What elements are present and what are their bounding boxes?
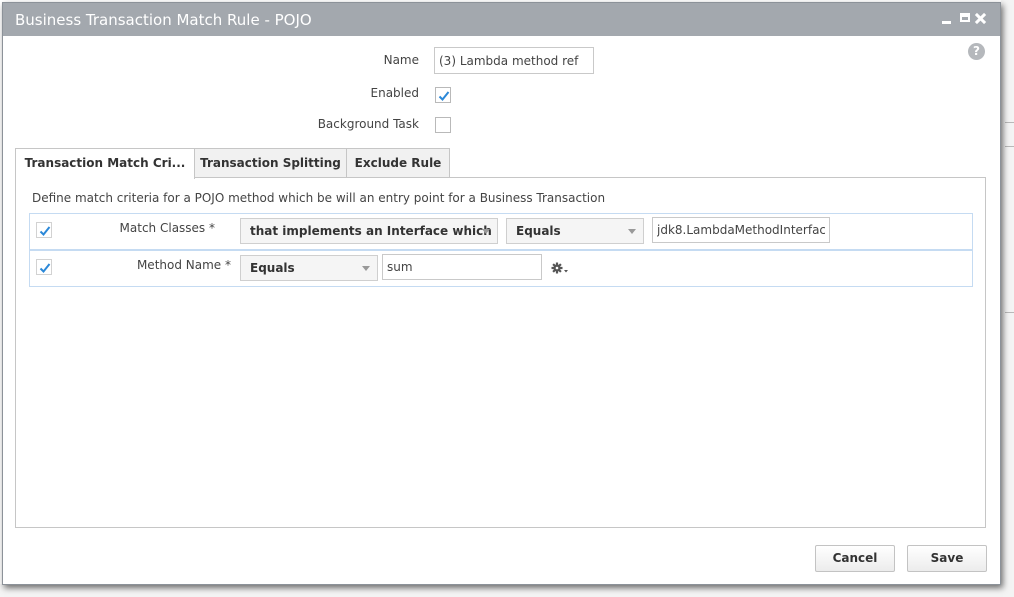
help-icon[interactable]: ? [968,43,985,60]
match-classes-type-value: that implements an Interface which [250,224,492,238]
tab-transaction-splitting[interactable]: Transaction Splitting [194,148,347,178]
close-icon[interactable] [974,11,989,26]
background-window-bottom [0,584,1014,597]
background-task-label: Background Task [317,117,419,131]
match-classes-operator-value: Equals [516,224,561,238]
background-window-edge [1001,0,1014,597]
method-name-checkbox[interactable] [36,259,52,275]
enabled-label: Enabled [370,86,420,100]
maximize-icon[interactable] [958,11,973,26]
chevron-down-icon [362,266,370,271]
background-task-checkbox[interactable] [435,117,451,133]
method-name-operator-value: Equals [250,261,295,275]
chevron-down-icon [628,229,636,234]
checkmark-icon [438,91,450,101]
dialog-title: Business Transaction Match Rule - POJO [15,11,312,29]
gear-icon[interactable] [551,262,571,276]
method-name-label: Method Name * [136,258,231,272]
match-criteria-description: Define match criteria for a POJO method … [32,191,606,205]
enabled-checkbox[interactable] [435,87,451,103]
tab-transaction-match-criteria[interactable]: Transaction Match Cri... [15,148,195,179]
match-classes-row: Match Classes * that implements an Inter… [29,213,973,250]
save-button[interactable]: Save [907,545,987,572]
match-classes-label: Match Classes * [119,221,215,235]
minimize-icon[interactable] [940,11,955,26]
method-name-row: Method Name * Equals [29,250,973,287]
chevron-down-icon [482,229,490,234]
checkmark-icon [39,263,51,273]
tab-exclude-rule[interactable]: Exclude Rule [346,148,450,178]
name-label: Name [383,53,419,67]
method-name-operator-select[interactable]: Equals [240,255,378,281]
match-classes-type-select[interactable]: that implements an Interface which [240,218,498,244]
match-rule-dialog: Business Transaction Match Rule - POJO ?… [2,2,1001,585]
method-name-value-field[interactable] [382,254,542,280]
dialog-titlebar[interactable]: Business Transaction Match Rule - POJO [3,3,1000,36]
match-classes-value-field[interactable] [652,217,830,243]
cancel-button[interactable]: Cancel [815,545,895,572]
match-classes-operator-select[interactable]: Equals [506,218,644,244]
match-criteria-panel: Define match criteria for a POJO method … [15,177,986,528]
name-field[interactable] [434,47,594,74]
